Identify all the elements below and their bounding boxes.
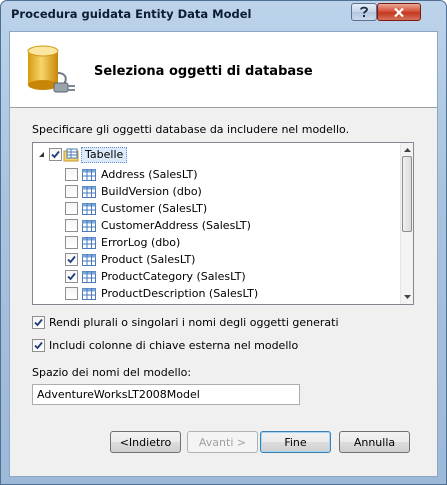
- tree-item-checkbox[interactable]: [65, 287, 78, 300]
- title-bar[interactable]: Procedura guidata Entity Data Model: [1, 1, 446, 29]
- table-icon: [82, 236, 96, 249]
- tree-item[interactable]: Address (SalesLT): [65, 166, 198, 183]
- close-button[interactable]: [377, 3, 421, 21]
- database-plug-icon: [27, 45, 75, 93]
- back-button[interactable]: <Indietro: [110, 431, 181, 453]
- namespace-label: Spazio dei nomi del modello:: [32, 366, 192, 379]
- tables-folder-icon: [63, 148, 79, 161]
- tree-item-checkbox[interactable]: [65, 219, 78, 232]
- table-icon: [82, 168, 96, 181]
- foreign-keys-checkbox[interactable]: [32, 339, 45, 352]
- foreign-keys-label: Includi colonne di chiave esterna nel mo…: [49, 339, 299, 352]
- table-icon: [82, 287, 96, 300]
- table-icon: [82, 185, 96, 198]
- tree-item-checkbox[interactable]: [65, 270, 78, 283]
- instruction-text: Specificare gli oggetti database da incl…: [32, 123, 350, 136]
- table-icon: [82, 202, 96, 215]
- tree-item-checkbox[interactable]: [65, 168, 78, 181]
- page-title: Seleziona oggetti di database: [94, 64, 313, 79]
- question-mark-icon: [360, 6, 368, 17]
- scroll-up-icon[interactable]: [401, 143, 413, 156]
- tree-item-checkbox[interactable]: [65, 253, 78, 266]
- pluralize-label: Rendi plurali o singolari i nomi degli o…: [49, 316, 339, 329]
- check-icon: [67, 255, 76, 264]
- scroll-down-icon[interactable]: [401, 290, 413, 303]
- cancel-button[interactable]: Annulla: [339, 431, 410, 453]
- tree-item[interactable]: ProductCategory (SalesLT): [65, 268, 246, 285]
- check-icon: [34, 318, 43, 327]
- wizard-header: Seleziona oggetti di database: [10, 32, 437, 108]
- tree-item-label: Product (SalesLT): [101, 253, 196, 266]
- next-button[interactable]: Avanti >: [187, 431, 258, 453]
- tree-item-label: CustomerAddress (SalesLT): [101, 219, 251, 232]
- tree-item-checkbox[interactable]: [65, 202, 78, 215]
- table-icon: [82, 219, 96, 232]
- foreign-keys-option[interactable]: Includi colonne di chiave esterna nel mo…: [32, 339, 298, 352]
- check-icon: [67, 272, 76, 281]
- table-icon: [82, 253, 96, 266]
- tree-item[interactable]: Product (SalesLT): [65, 251, 195, 268]
- tree-item-checkbox[interactable]: [65, 236, 78, 249]
- dialog-client-area: Seleziona oggetti di database Specificar…: [9, 31, 438, 477]
- vertical-scrollbar[interactable]: [400, 143, 413, 304]
- tree-root-tables[interactable]: Tabelle: [37, 146, 128, 163]
- check-icon: [51, 150, 60, 159]
- pluralize-option[interactable]: Rendi plurali o singolari i nomi degli o…: [32, 316, 339, 329]
- tree-item-label: BuildVersion (dbo): [101, 185, 202, 198]
- finish-button[interactable]: Fine: [260, 431, 331, 453]
- expand-collapse-icon[interactable]: [37, 150, 46, 159]
- tree-item-checkbox[interactable]: [65, 185, 78, 198]
- tree-item-label: ErrorLog (dbo): [101, 236, 181, 249]
- tree-item-label: Customer (SalesLT): [101, 202, 208, 215]
- namespace-input[interactable]: AdventureWorksLT2008Model: [32, 384, 300, 405]
- tree-item-label: ProductDescription (SalesLT): [101, 287, 259, 300]
- window-title: Procedura guidata Entity Data Model: [11, 7, 252, 21]
- tree-item[interactable]: Customer (SalesLT): [65, 200, 207, 217]
- tree-item[interactable]: ProductDescription (SalesLT): [65, 285, 258, 302]
- dialog-window: Procedura guidata Entity Data Model Sele…: [0, 0, 447, 485]
- tree-item-label: Address (SalesLT): [101, 168, 198, 181]
- help-button[interactable]: [351, 3, 377, 21]
- tree-item-label: ProductCategory (SalesLT): [101, 270, 246, 283]
- tree-root-label[interactable]: Tabelle: [81, 146, 128, 163]
- pluralize-checkbox[interactable]: [32, 316, 45, 329]
- table-icon: [82, 270, 96, 283]
- tree-item[interactable]: CustomerAddress (SalesLT): [65, 217, 251, 234]
- tree-root-checkbox[interactable]: [49, 148, 62, 161]
- scroll-thumb[interactable]: [402, 156, 412, 232]
- database-objects-tree[interactable]: Tabelle Address (SalesLT) BuildVersion (…: [32, 142, 414, 305]
- check-icon: [34, 341, 43, 350]
- tree-item[interactable]: BuildVersion (dbo): [65, 183, 202, 200]
- tree-item[interactable]: ErrorLog (dbo): [65, 234, 180, 251]
- close-icon: [394, 7, 404, 17]
